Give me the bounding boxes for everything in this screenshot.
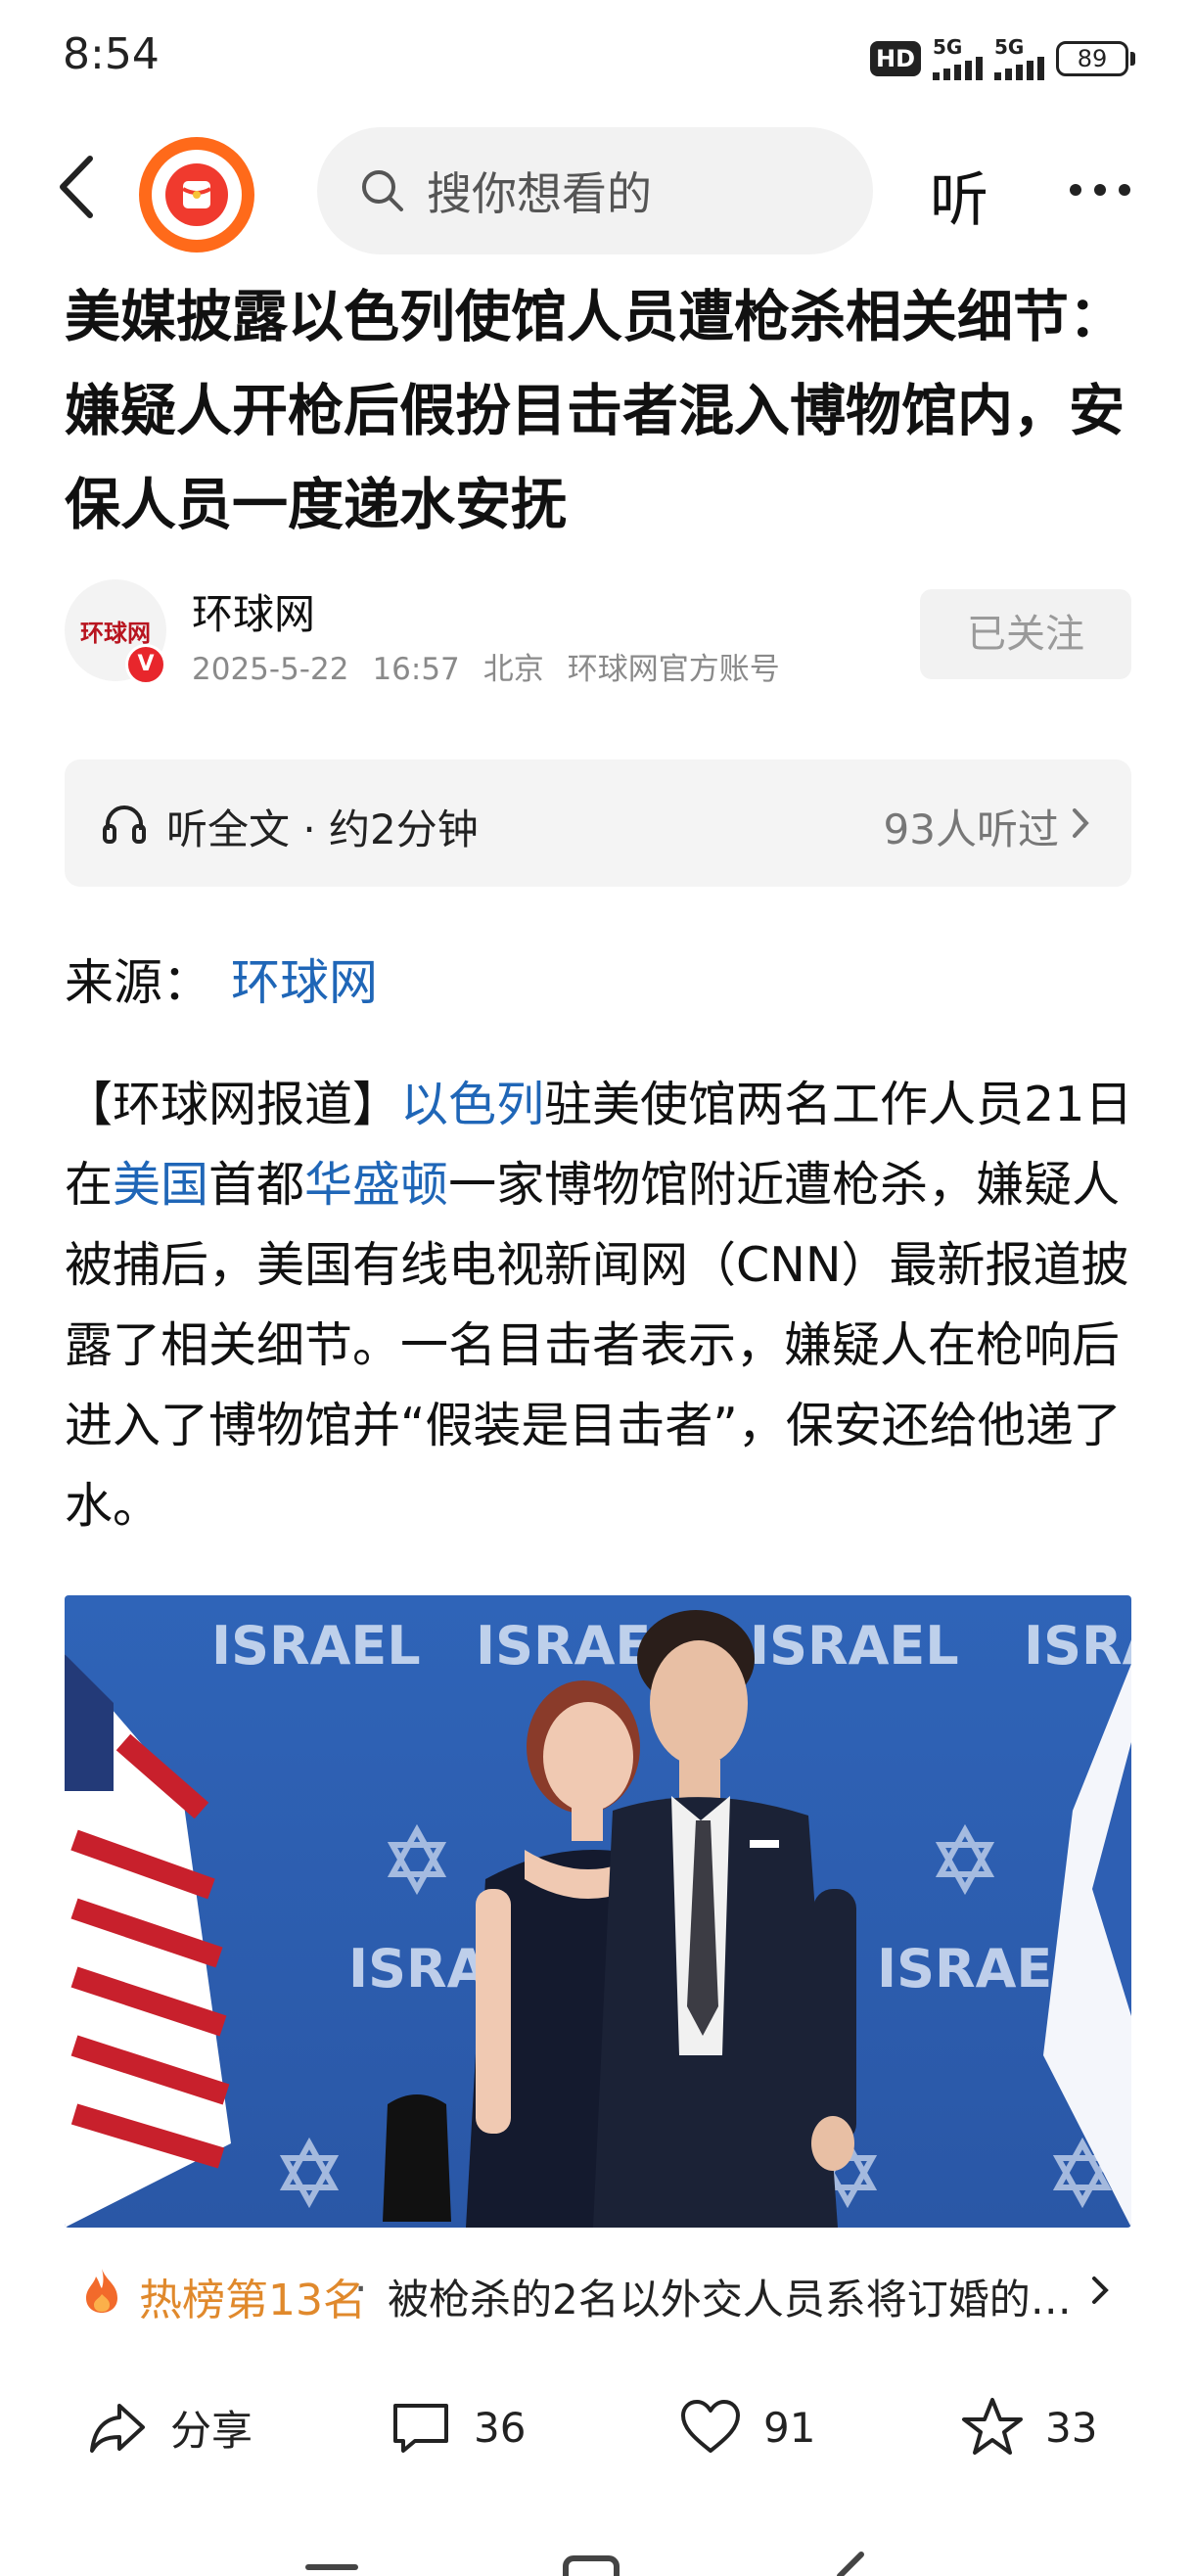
app-logo[interactable] [139, 137, 254, 253]
trending-bar[interactable]: 热榜第13名 · 被枪杀的2名以外交人员系将订婚的情侣 [65, 2247, 1131, 2335]
body-text-3: 首都 [208, 1157, 305, 1213]
trending-headline: 被枪杀的2名以外交人员系将订婚的情侣 [388, 2276, 1112, 2323]
publish-time: 16:57 [372, 652, 460, 687]
author-name[interactable]: 环球网 [192, 581, 315, 641]
share-label: 分享 [170, 2406, 253, 2455]
top-nav-bar: 搜你想看的 听 [0, 123, 1194, 254]
share-icon [90, 2404, 145, 2453]
backdrop-text: ISRAEL [750, 1615, 959, 1677]
listen-duration-label: 听全文 · 约2分钟 [166, 805, 479, 853]
headphones-icon [103, 805, 146, 844]
like-count: 91 [763, 2403, 816, 2452]
hd-voice-icon: HD [869, 41, 921, 76]
listen-button[interactable]: 听 [930, 153, 988, 238]
search-icon [362, 170, 403, 211]
system-nav-bar [0, 2535, 1194, 2576]
article-body: 【环球网报道】以色列驻美使馆两名工作人员21日在美国首都华盛顿一家博物馆附近遭枪… [65, 1065, 1133, 1546]
author-meta: 2025-5-22 16:57 北京 环球网官方账号 [192, 644, 804, 688]
chevron-right-icon [1073, 808, 1089, 838]
more-icon[interactable] [1069, 182, 1131, 196]
article-photo[interactable]: ISRAEL ISRAEL ISRAEL ISRAEL ISRAEL ISRAE… [65, 1595, 1131, 2228]
follow-button[interactable]: 已关注 [920, 589, 1131, 679]
backdrop-text: ISRAEL [1024, 1615, 1131, 1677]
back-arrow-icon[interactable] [51, 153, 110, 221]
status-icons: HD 5G 5G 89 [869, 37, 1135, 80]
home-nav-icon[interactable] [563, 2555, 620, 2576]
verified-badge: V [125, 644, 166, 685]
signal-icon-2: 5G [994, 37, 1044, 80]
source-label: 来源： [65, 954, 211, 1011]
keyword-link-washington[interactable]: 华盛顿 [304, 1157, 448, 1213]
search-placeholder: 搜你想看的 [427, 167, 652, 220]
menu-nav-icon[interactable] [305, 2564, 358, 2570]
chevron-right-icon [1092, 2277, 1109, 2304]
account-type: 环球网官方账号 [567, 652, 780, 687]
comment-icon [393, 2404, 448, 2453]
keyword-link-usa[interactable]: 美国 [113, 1157, 208, 1213]
battery-icon: 89 [1056, 41, 1135, 76]
heart-icon [681, 2400, 740, 2453]
favorite-button[interactable]: 33 [961, 2378, 1097, 2476]
fire-icon [86, 2269, 117, 2313]
signal-icon-1: 5G [933, 37, 983, 80]
share-button[interactable]: 分享 [86, 2378, 253, 2476]
publish-date: 2025-5-22 [192, 652, 349, 687]
body-text-4: 一家博物馆附近遭枪杀，嫌疑人被捕后，美国有线电视新闻网（CNN）最新报道披露了相… [65, 1157, 1129, 1534]
back-nav-icon[interactable] [837, 2552, 864, 2576]
article-title: 美媒披露以色列使馆人员遭枪杀相关细节：嫌疑人开枪后假扮目击者混入博物馆内，安保人… [65, 285, 1125, 537]
source-link[interactable]: 环球网 [231, 954, 378, 1011]
like-button[interactable]: 91 [679, 2378, 815, 2476]
search-input[interactable]: 搜你想看的 [317, 127, 873, 254]
keyword-link-israel[interactable]: 以色列 [400, 1077, 544, 1132]
source-line: 来源： 环球网 [65, 943, 378, 1014]
avatar-logo-text: 环球网 [80, 619, 151, 647]
bottom-action-bar: 分享 36 91 33 [0, 2378, 1194, 2476]
listen-full-text-card[interactable]: 听全文 · 约2分钟 93人听过 [65, 759, 1131, 887]
listen-count: 93人听过 [883, 805, 1059, 853]
star-icon [962, 2398, 1023, 2455]
body-text-1: 【环球网报道】 [65, 1077, 401, 1132]
status-bar: 8:54 HD 5G 5G 89 [0, 0, 1194, 123]
trending-separator: · [354, 2265, 368, 2313]
backdrop-text: ISRAEL [211, 1615, 421, 1677]
comment-count: 36 [474, 2403, 527, 2452]
trending-rank: 热榜第13名 [139, 2276, 366, 2325]
favorite-count: 33 [1045, 2403, 1098, 2452]
status-time: 8:54 [63, 29, 160, 79]
comment-button[interactable]: 36 [390, 2378, 526, 2476]
publish-location: 北京 [482, 652, 544, 687]
